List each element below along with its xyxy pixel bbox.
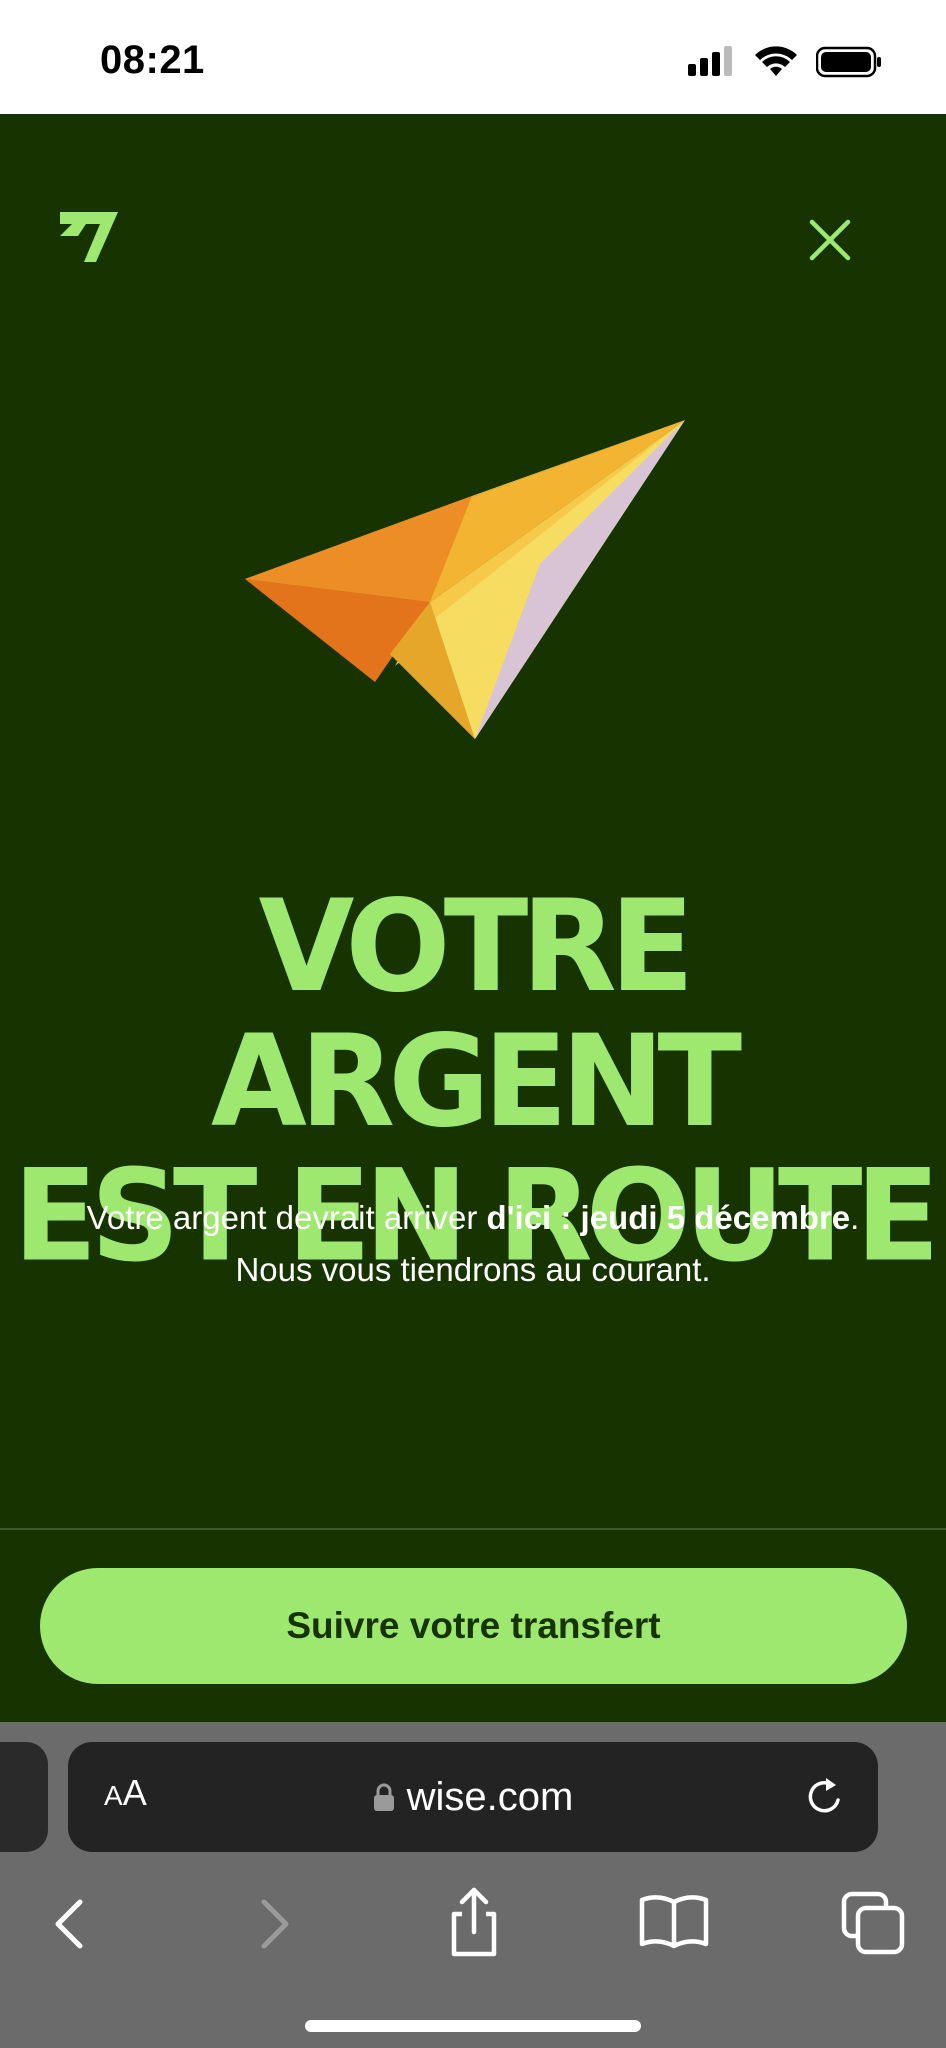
browser-toolbar: AA wise.com bbox=[0, 1722, 946, 2048]
wifi-icon bbox=[755, 46, 797, 76]
status-bar: 08:21 bbox=[0, 0, 946, 114]
arrival-message-prefix: Votre argent devrait arriver bbox=[86, 1199, 487, 1236]
forward-icon[interactable] bbox=[234, 1882, 314, 1962]
previous-tab-stub[interactable] bbox=[0, 1742, 48, 1852]
track-transfer-button[interactable]: Suivre votre transfert bbox=[40, 1568, 907, 1684]
url-display[interactable]: wise.com bbox=[68, 1742, 878, 1852]
wise-logo-icon[interactable] bbox=[56, 200, 122, 266]
home-indicator[interactable] bbox=[305, 2020, 641, 2032]
back-icon[interactable] bbox=[30, 1882, 110, 1962]
bookmarks-icon[interactable] bbox=[634, 1882, 714, 1962]
arrival-date: d'ici : jeudi 5 décembre bbox=[486, 1199, 851, 1236]
lock-icon bbox=[373, 1783, 394, 1811]
address-bar[interactable]: AA wise.com bbox=[68, 1742, 878, 1852]
arrival-message-suffix: . bbox=[850, 1199, 860, 1236]
tabs-icon[interactable] bbox=[834, 1882, 914, 1962]
paper-plane-illustration bbox=[245, 420, 685, 739]
url-text: wise.com bbox=[406, 1774, 574, 1819]
status-time: 08:21 bbox=[100, 38, 205, 82]
battery-icon bbox=[816, 46, 881, 78]
browser-nav-row bbox=[0, 1882, 946, 1982]
keep-informed-text: Nous vous tiendrons au courant. bbox=[235, 1251, 711, 1288]
share-icon[interactable] bbox=[434, 1882, 514, 1962]
arrival-message: Votre argent devrait arriver d'ici : jeu… bbox=[40, 1192, 906, 1296]
divider bbox=[0, 1528, 946, 1530]
close-icon[interactable] bbox=[800, 210, 860, 270]
status-icons bbox=[688, 44, 882, 80]
transfer-confirmation-screen: VOTRE ARGENT EST EN ROUTE Votre argent d… bbox=[0, 114, 946, 1722]
reload-icon[interactable] bbox=[802, 1774, 848, 1820]
headline-line-1: VOTRE ARGENT bbox=[210, 873, 742, 1156]
cellular-signal-icon bbox=[688, 46, 732, 76]
